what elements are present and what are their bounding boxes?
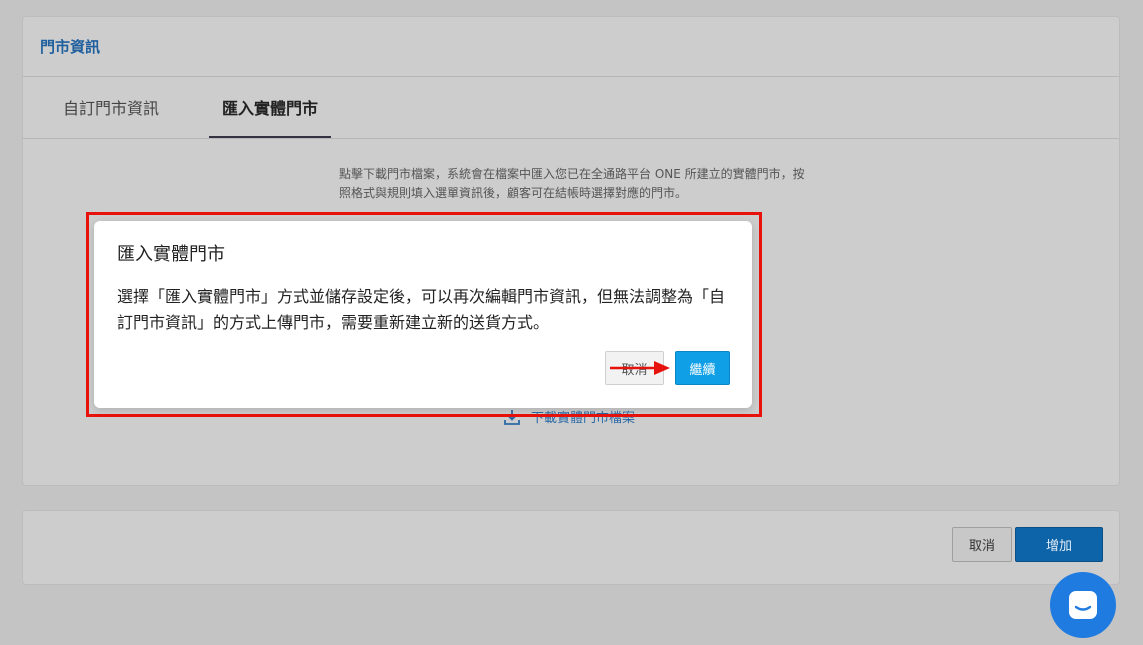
chat-icon xyxy=(1069,591,1097,619)
tab-custom-store[interactable]: 自訂門市資訊 xyxy=(37,77,185,137)
import-store-dialog: 匯入實體門市 選擇「匯入實體門市」方式並儲存設定後，可以再次編輯門市資訊，但無法… xyxy=(94,221,752,408)
footer-actions: 取消 增加 xyxy=(22,510,1120,585)
footer-add-button[interactable]: 增加 xyxy=(1015,527,1103,562)
dialog-continue-button[interactable]: 繼續 xyxy=(675,351,730,385)
import-description: 點擊下載門市檔案，系統會在檔案中匯入您已在全通路平台 ONE 所建立的實體門市，… xyxy=(339,167,805,200)
card-header: 門市資訊 xyxy=(23,17,1119,77)
arrow-right-icon xyxy=(610,361,670,375)
tab-bar: 自訂門市資訊 匯入實體門市 xyxy=(23,77,1119,139)
dialog-title: 匯入實體門市 xyxy=(117,244,225,265)
footer-cancel-button[interactable]: 取消 xyxy=(952,527,1012,562)
tab-import-store[interactable]: 匯入實體門市 xyxy=(209,77,331,138)
dialog-message: 選擇「匯入實體門市」方式並儲存設定後，可以再次編輯門市資訊，但無法調整為「自訂門… xyxy=(117,287,726,332)
chat-launcher[interactable] xyxy=(1050,572,1116,638)
card-title: 門市資訊 xyxy=(40,38,101,56)
